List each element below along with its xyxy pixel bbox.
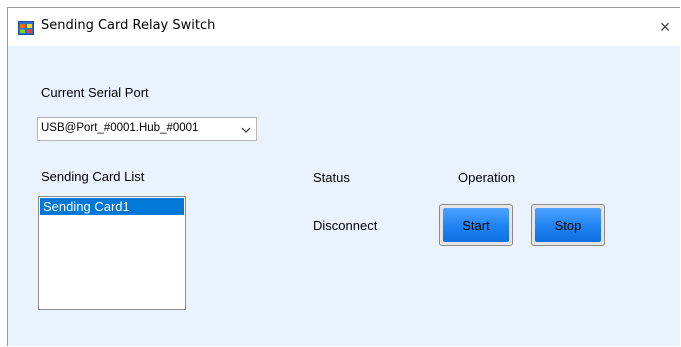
app-window-icon <box>18 21 34 35</box>
close-icon: × <box>659 16 671 37</box>
relay-switch-dialog: Sending Card Relay Switch × Current Seri… <box>7 7 681 346</box>
serial-port-label: Current Serial Port <box>41 85 149 100</box>
close-button[interactable]: × <box>652 14 678 40</box>
stop-button[interactable]: Stop <box>531 204 605 246</box>
serial-port-dropdown[interactable]: USB@Port_#0001.Hub_#0001 <box>37 117 257 141</box>
serial-port-value: USB@Port_#0001.Hub_#0001 <box>41 122 199 134</box>
start-button-label: Start <box>443 208 509 242</box>
sending-card-listbox[interactable]: Sending Card1 <box>38 196 186 310</box>
list-item[interactable]: Sending Card1 <box>40 198 184 215</box>
title-bar[interactable]: Sending Card Relay Switch × <box>8 8 681 46</box>
status-value: Disconnect <box>313 218 378 233</box>
window-title: Sending Card Relay Switch <box>41 18 216 33</box>
status-header: Status <box>313 170 350 185</box>
stop-button-label: Stop <box>535 208 601 242</box>
start-button[interactable]: Start <box>439 204 513 246</box>
operation-header: Operation <box>458 170 516 185</box>
card-list-label: Sending Card List <box>41 169 145 184</box>
chevron-down-icon <box>241 127 251 133</box>
